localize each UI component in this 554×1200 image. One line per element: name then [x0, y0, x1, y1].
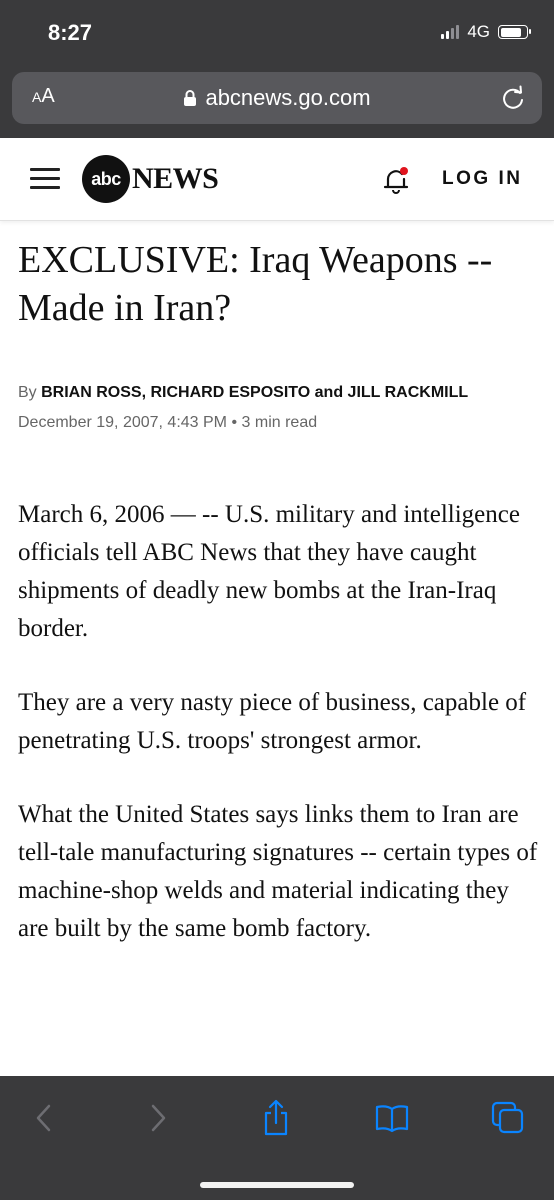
browser-address-area: AA abcnews.go.com	[0, 70, 554, 138]
logo-circle: abc	[82, 155, 130, 203]
byline-prefix: By	[18, 384, 37, 401]
article-paragraph: March 6, 2006 — -- U.S. military and int…	[18, 501, 520, 642]
author-link[interactable]: BRIAN ROSS	[41, 384, 141, 401]
login-button[interactable]: LOG IN	[442, 168, 522, 190]
bookmarks-icon[interactable]	[372, 1098, 412, 1138]
back-icon[interactable]	[24, 1098, 64, 1138]
address-bar[interactable]: AA abcnews.go.com	[12, 72, 542, 124]
dateline: December 19, 2007, 4:43 PM • 3 min read	[18, 414, 317, 432]
dot-separator: •	[231, 414, 242, 431]
abc-news-logo[interactable]: abc NEWS	[82, 155, 219, 203]
tabs-icon[interactable]	[488, 1098, 528, 1138]
url-text: abcnews.go.com	[205, 85, 371, 110]
forward-icon[interactable]	[138, 1098, 178, 1138]
site-header: abc NEWS LOG IN	[0, 138, 554, 221]
article-body: March 6, 2006 — -- U.S. military and int…	[18, 496, 542, 984]
reload-icon[interactable]	[500, 85, 526, 111]
status-bar: 8:27 4G	[0, 0, 554, 70]
read-time: 3 min read	[241, 414, 318, 431]
article-paragraph: What the United States says links them t…	[18, 801, 538, 942]
share-icon[interactable]	[256, 1098, 296, 1138]
byline: By BRIAN ROSS, RICHARD ESPOSITO and JILL…	[18, 384, 468, 402]
menu-icon[interactable]	[30, 168, 60, 190]
author-link[interactable]: RICHARD ESPOSITO	[150, 384, 310, 401]
logo-text: NEWS	[132, 162, 219, 195]
battery-icon	[498, 25, 531, 39]
status-time: 8:27	[48, 20, 93, 45]
address-display[interactable]: abcnews.go.com	[12, 85, 542, 111]
notification-bell-icon[interactable]	[380, 164, 412, 196]
network-type: 4G	[467, 22, 490, 41]
lock-icon	[184, 90, 197, 106]
home-indicator	[200, 1182, 354, 1188]
status-indicators: 4G	[441, 22, 531, 42]
signal-icon	[441, 25, 460, 39]
article-headline: EXCLUSIVE: Iraq Weapons -- Made in Iran?	[18, 239, 493, 329]
author-link[interactable]: JILL RACKMILL	[348, 384, 469, 401]
article-paragraph: They are a very nasty piece of business,…	[18, 689, 527, 754]
publish-date: December 19, 2007, 4:43 PM	[18, 414, 228, 431]
author-separator: and	[310, 384, 348, 401]
